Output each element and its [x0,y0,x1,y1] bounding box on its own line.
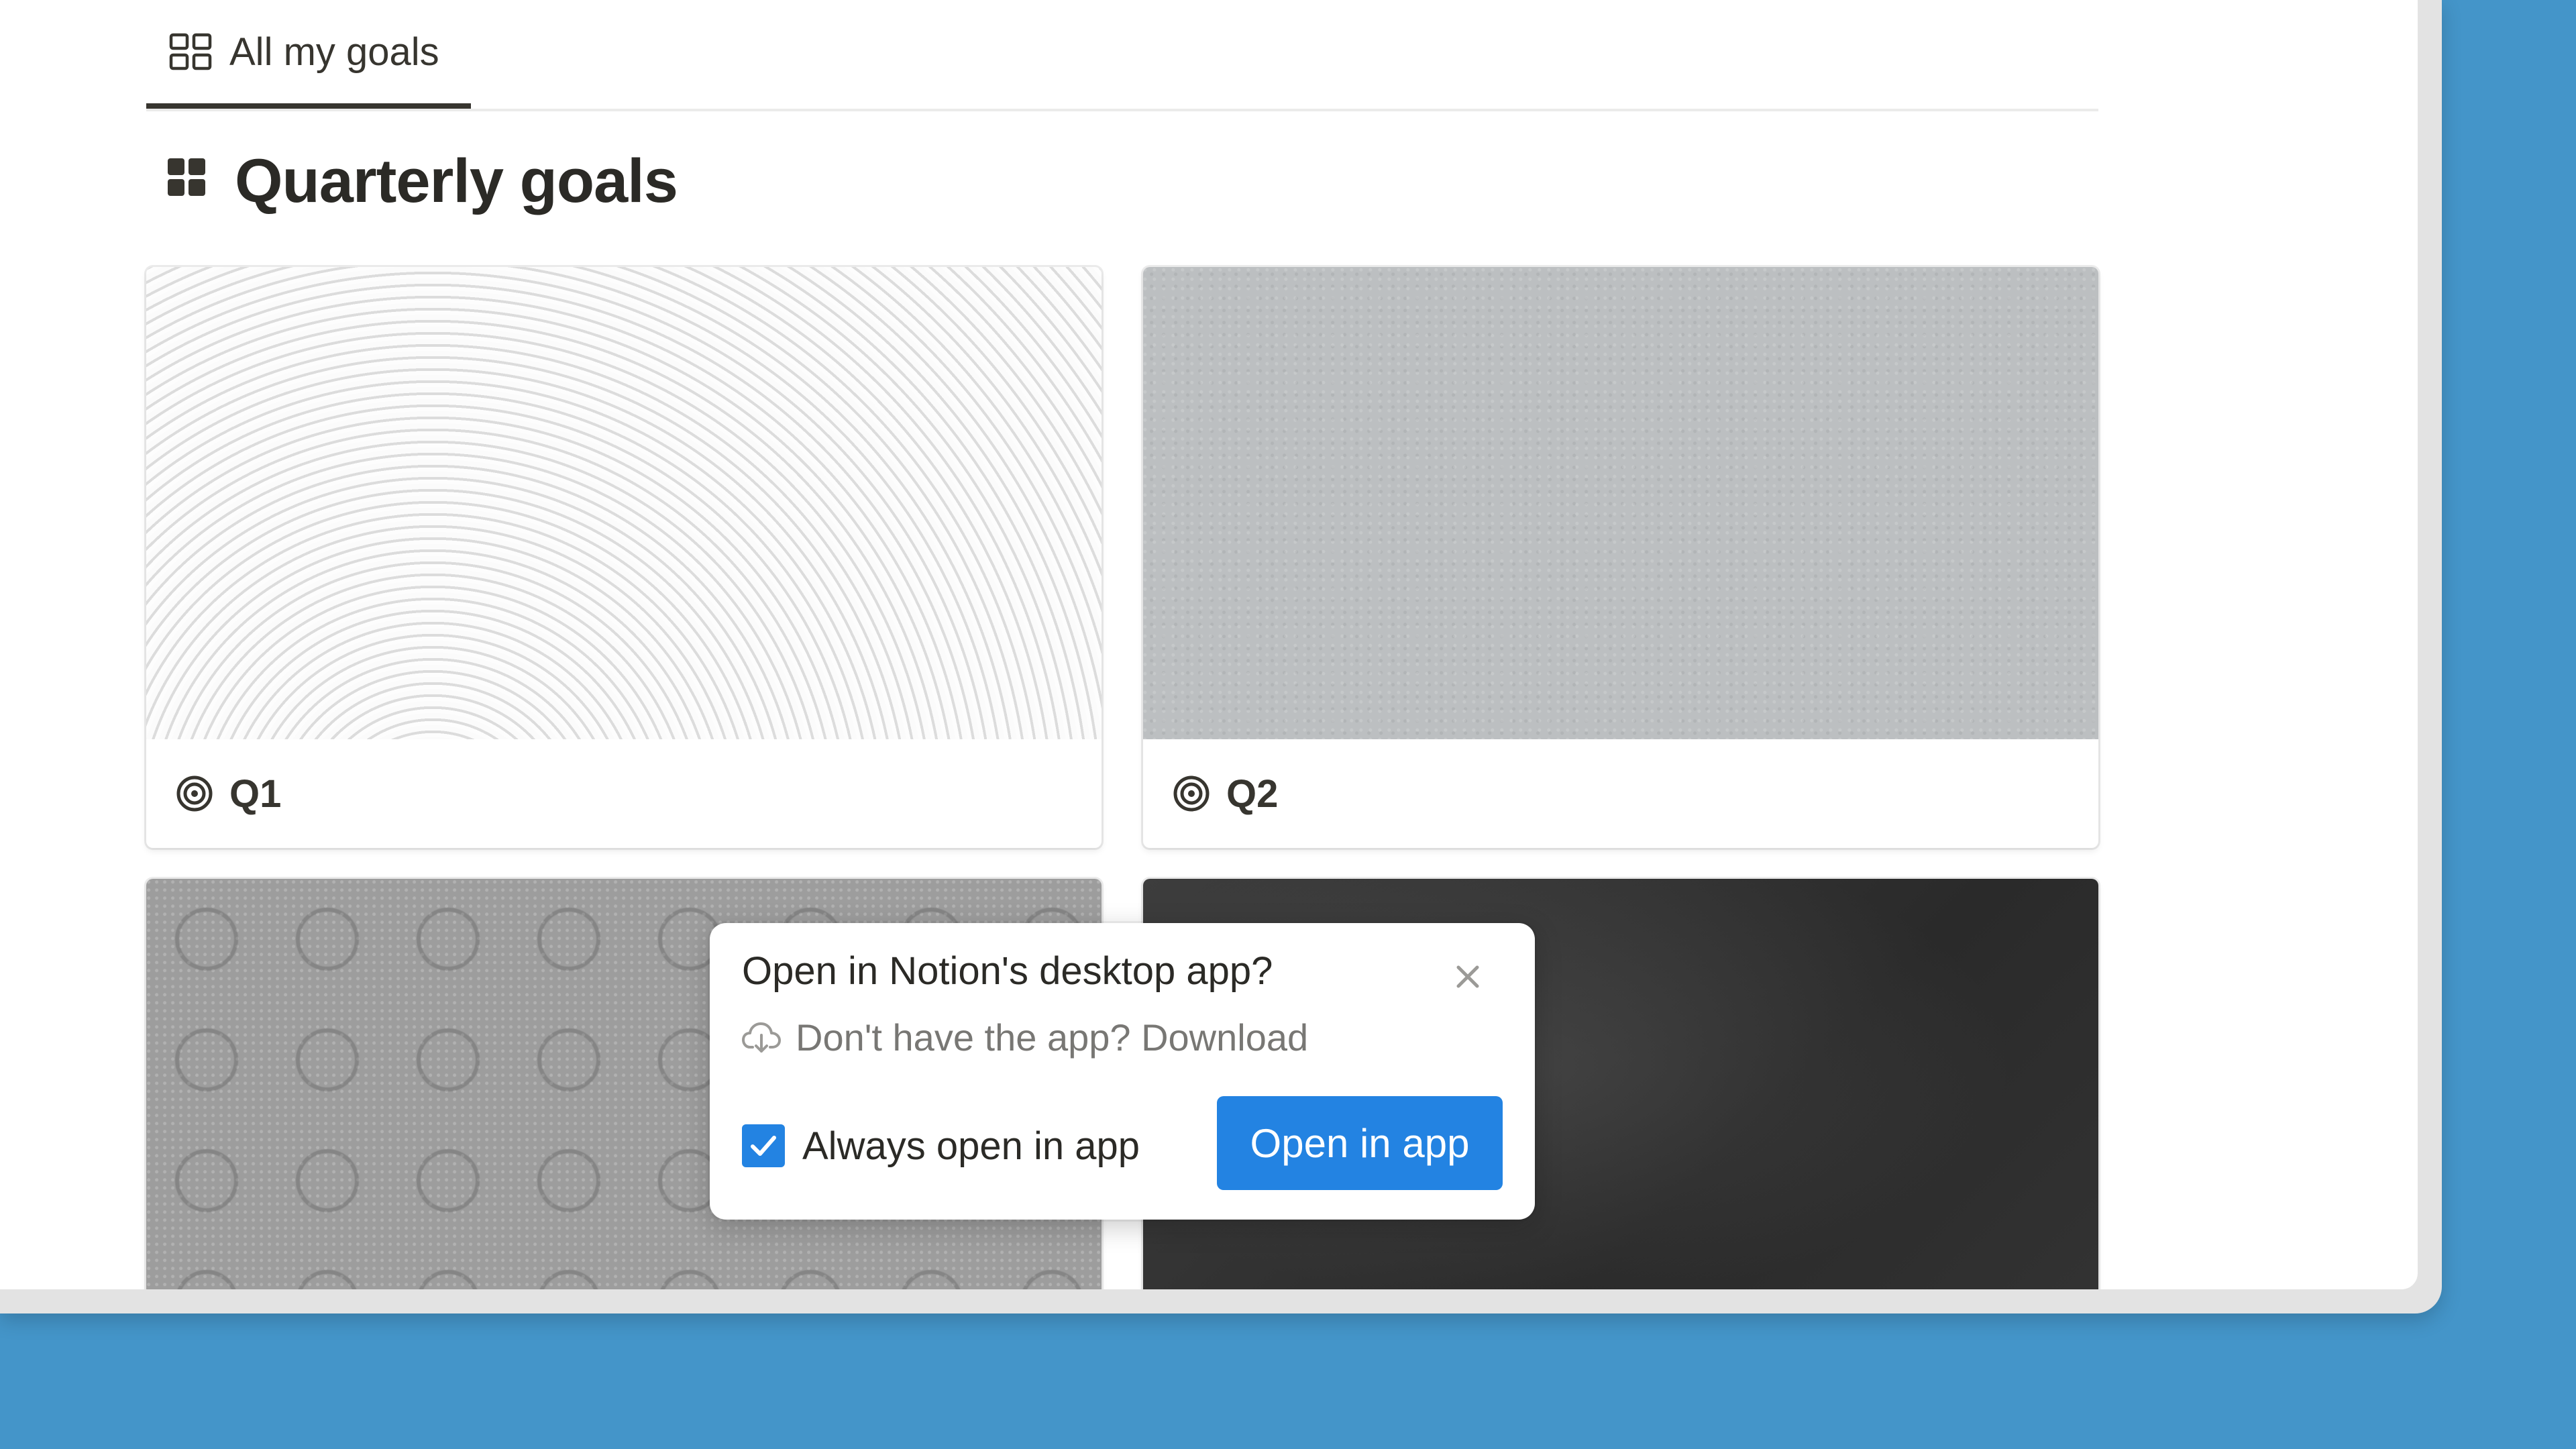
download-link[interactable]: Don't have the app? Download [742,1016,1308,1059]
view-tab-bar: All my goals [146,0,2098,111]
open-in-app-popup: Open in Notion's desktop app? Don't have… [710,923,1535,1220]
gallery-view-icon [168,158,205,196]
tab-all-my-goals[interactable]: All my goals [146,0,471,109]
checkbox-label: Always open in app [802,1124,1140,1168]
card-title: Q2 [1226,771,1279,816]
popup-title: Open in Notion's desktop app? [742,949,1273,993]
gallery-grid-icon [169,33,212,70]
cloud-download-icon [742,1022,781,1053]
page-title: Quarterly goals [235,146,678,215]
always-open-checkbox[interactable] [742,1124,785,1167]
browser-window: All my goals Quarterly goals Q1 Q2 Open … [0,0,2442,1313]
open-in-app-button[interactable]: Open in app [1217,1096,1503,1190]
checkmark-icon [751,1136,776,1156]
page-title-row: Quarterly goals [168,141,678,221]
gallery-card-q2[interactable]: Q2 [1143,267,2098,848]
notion-page: All my goals Quarterly goals Q1 Q2 Open … [0,0,2418,1289]
always-open-checkbox-row[interactable]: Always open in app [742,1120,1140,1171]
gallery-card-q1[interactable]: Q1 [146,267,1102,848]
target-icon [1173,775,1210,812]
target-icon [176,775,213,812]
download-text: Don't have the app? Download [796,1016,1309,1059]
card-footer: Q1 [146,739,1102,848]
card-title: Q1 [229,771,282,816]
close-icon[interactable] [1449,958,1487,996]
card-footer: Q2 [1143,739,2098,848]
card-cover-image [1143,267,2098,739]
card-cover-image [146,267,1102,739]
tab-label: All my goals [229,30,439,74]
